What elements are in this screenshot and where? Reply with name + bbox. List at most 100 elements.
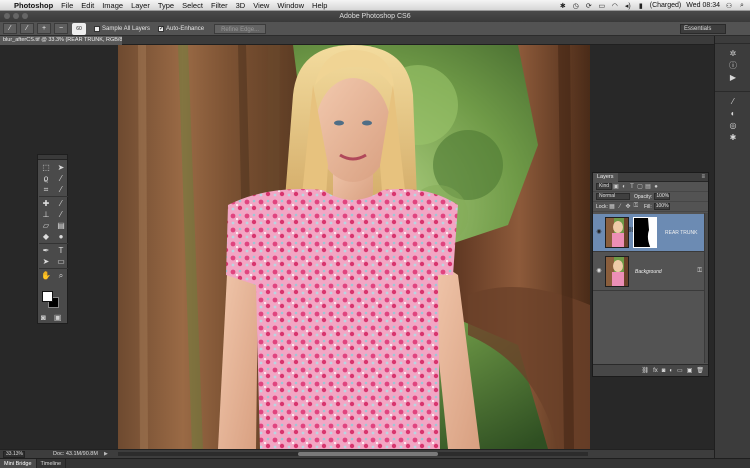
bluetooth-icon[interactable]: ✱ (559, 2, 567, 10)
menu-file[interactable]: File (61, 1, 73, 10)
menu-edit[interactable]: Edit (81, 1, 94, 10)
layer-row-rear-trunk[interactable]: ◉ ⛓ REAR TRUNK (593, 214, 708, 252)
menu-3d[interactable]: 3D (236, 1, 246, 10)
new-selection-icon[interactable]: ⁄ (20, 23, 34, 34)
lock-transparent-icon[interactable]: ▦ (608, 203, 616, 210)
menu-help[interactable]: Help (312, 1, 327, 10)
sync-icon[interactable]: ⟳ (585, 2, 593, 10)
adjustment-filter-icon[interactable]: ◐ (620, 184, 628, 190)
document-photo[interactable] (118, 45, 590, 449)
blur-tool-icon[interactable]: ◆ (39, 231, 53, 242)
auto-enhance-option[interactable]: ✓ Auto-Enhance (158, 25, 204, 32)
lasso-tool-icon[interactable]: ϱ (39, 173, 53, 184)
time-machine-icon[interactable]: ◷ (572, 2, 580, 10)
shape-filter-icon[interactable]: ▢ (636, 183, 644, 190)
brush-size-picker[interactable]: 60 (72, 22, 86, 35)
blend-mode-select[interactable]: Normal (596, 193, 630, 200)
user-icon[interactable]: ⚇ (725, 2, 733, 10)
menu-window[interactable]: Window (277, 1, 304, 10)
dodge-tool-icon[interactable]: ● (54, 231, 68, 242)
status-menu-arrow-icon[interactable]: ▶ (104, 451, 108, 457)
lock-position-icon[interactable]: ✥ (624, 203, 632, 210)
delete-layer-icon[interactable]: 🗑 (696, 367, 704, 374)
wifi-icon[interactable]: ◠ (611, 2, 619, 10)
layers-empty-area[interactable] (593, 298, 708, 364)
new-layer-icon[interactable]: ▣ (687, 367, 693, 374)
menu-clock[interactable]: Wed 08:34 (686, 2, 720, 9)
canvas-area[interactable]: ⬚ ➤ ϱ ⁄ ⌗ ⁄ ✚ ⁄ ⊥ ⁄ ▱ ▤ ◆ ● ✒ T ➤ ▭ ✋ ⌕ … (0, 45, 714, 449)
clone-stamp-icon[interactable]: ⊥ (39, 209, 53, 220)
auto-enhance-checkbox[interactable]: ✓ (158, 25, 164, 32)
channels-panel-icon[interactable]: ◎ (715, 120, 750, 132)
shape-tool-icon[interactable]: ▭ (54, 256, 68, 267)
menu-select[interactable]: Select (182, 1, 203, 10)
document-tab[interactable]: blur_afterCS.tif @ 33.3% (REAR TRUNK, RG… (0, 36, 122, 45)
screen-mode-icon[interactable]: ▣ (54, 313, 62, 322)
brush-tool-icon[interactable]: ⁄ (54, 198, 68, 209)
battery-icon[interactable]: ▮ (637, 2, 645, 10)
adjustments-panel-icon[interactable]: ◐ (715, 108, 750, 120)
add-to-selection-icon[interactable]: + (37, 23, 51, 34)
menu-layer[interactable]: Layer (131, 1, 150, 10)
properties-panel-icon[interactable]: ⓘ (715, 60, 750, 72)
subtract-from-selection-icon[interactable]: − (54, 23, 68, 34)
layers-scrollbar[interactable] (704, 213, 708, 363)
paths-panel-icon[interactable]: ✱ (715, 132, 750, 144)
pixel-filter-icon[interactable]: ▣ (612, 183, 620, 190)
lock-image-icon[interactable]: ⁄ (616, 204, 624, 210)
eraser-tool-icon[interactable]: ▱ (39, 220, 53, 231)
quick-selection-icon[interactable]: ⁄ (54, 173, 68, 184)
horizontal-scroll-thumb[interactable] (298, 452, 438, 456)
link-layers-icon[interactable]: ⛓ (641, 367, 649, 374)
menu-app-name[interactable]: Photoshop (14, 1, 53, 10)
type-filter-icon[interactable]: T (628, 184, 636, 190)
zoom-tool-icon[interactable]: ⌕ (54, 270, 68, 281)
adjustment-layer-icon[interactable]: ◐ (669, 368, 673, 374)
visibility-eye-icon[interactable]: ◉ (595, 228, 603, 236)
eyedropper-tool-icon[interactable]: ⁄ (54, 184, 68, 195)
zoom-field[interactable]: 33.13% (3, 450, 25, 458)
add-mask-icon[interactable]: ◙ (662, 368, 666, 374)
menu-view[interactable]: View (253, 1, 269, 10)
tab-timeline[interactable]: Timeline (37, 459, 67, 468)
crop-tool-icon[interactable]: ⌗ (39, 184, 53, 195)
sample-all-layers-checkbox[interactable] (94, 25, 100, 32)
path-selection-icon[interactable]: ➤ (39, 256, 53, 267)
spotlight-icon[interactable]: ⌕ (738, 2, 746, 10)
layer-name[interactable]: Background (635, 269, 662, 275)
type-tool-icon[interactable]: T (54, 245, 68, 256)
actions-panel-icon[interactable]: ▶ (715, 72, 750, 84)
panel-menu-icon[interactable]: ≡ (701, 173, 705, 182)
move-tool-icon[interactable]: ➤ (54, 162, 68, 173)
new-group-icon[interactable]: ▭ (677, 367, 683, 374)
close-window-icon[interactable] (4, 13, 10, 19)
layer-mask-thumbnail[interactable] (633, 217, 657, 248)
tab-mini-bridge[interactable]: Mini Bridge (0, 459, 37, 468)
layer-style-icon[interactable]: fx (653, 368, 658, 374)
display-icon[interactable]: ▭ (598, 2, 606, 10)
dock-grip[interactable] (715, 36, 750, 44)
tab-layers[interactable]: Layers (593, 173, 618, 182)
layer-filter-kind-select[interactable]: Kind (596, 183, 613, 190)
brush-panel-icon[interactable]: ⁄ (715, 96, 750, 108)
volume-icon[interactable]: ◂) (624, 2, 632, 10)
workspace-switcher[interactable]: Essentials (680, 24, 726, 34)
fill-input[interactable]: 100% (653, 203, 670, 210)
layer-row-background[interactable]: ◉ Background ⚿ (593, 253, 708, 291)
filter-toggle-icon[interactable]: ● (652, 184, 660, 190)
refine-edge-button[interactable]: Refine Edge... (214, 23, 267, 34)
pen-tool-icon[interactable]: ✒ (39, 245, 53, 256)
horizontal-scrollbar[interactable] (118, 452, 588, 456)
marquee-tool-icon[interactable]: ⬚ (39, 162, 53, 173)
history-brush-icon[interactable]: ⁄ (54, 209, 68, 220)
minimize-window-icon[interactable] (13, 13, 19, 19)
quick-mask-icon[interactable]: ◙ (41, 313, 46, 322)
menu-type[interactable]: Type (158, 1, 174, 10)
opacity-input[interactable]: 100% (654, 193, 671, 200)
lock-all-icon[interactable]: ⚿ (632, 203, 640, 210)
foreground-color-swatch[interactable] (42, 291, 53, 302)
visibility-eye-icon[interactable]: ◉ (595, 267, 603, 275)
quick-selection-tool-icon[interactable]: ⁄ (3, 23, 17, 34)
menu-filter[interactable]: Filter (211, 1, 228, 10)
sample-all-layers-option[interactable]: Sample All Layers (94, 25, 150, 32)
